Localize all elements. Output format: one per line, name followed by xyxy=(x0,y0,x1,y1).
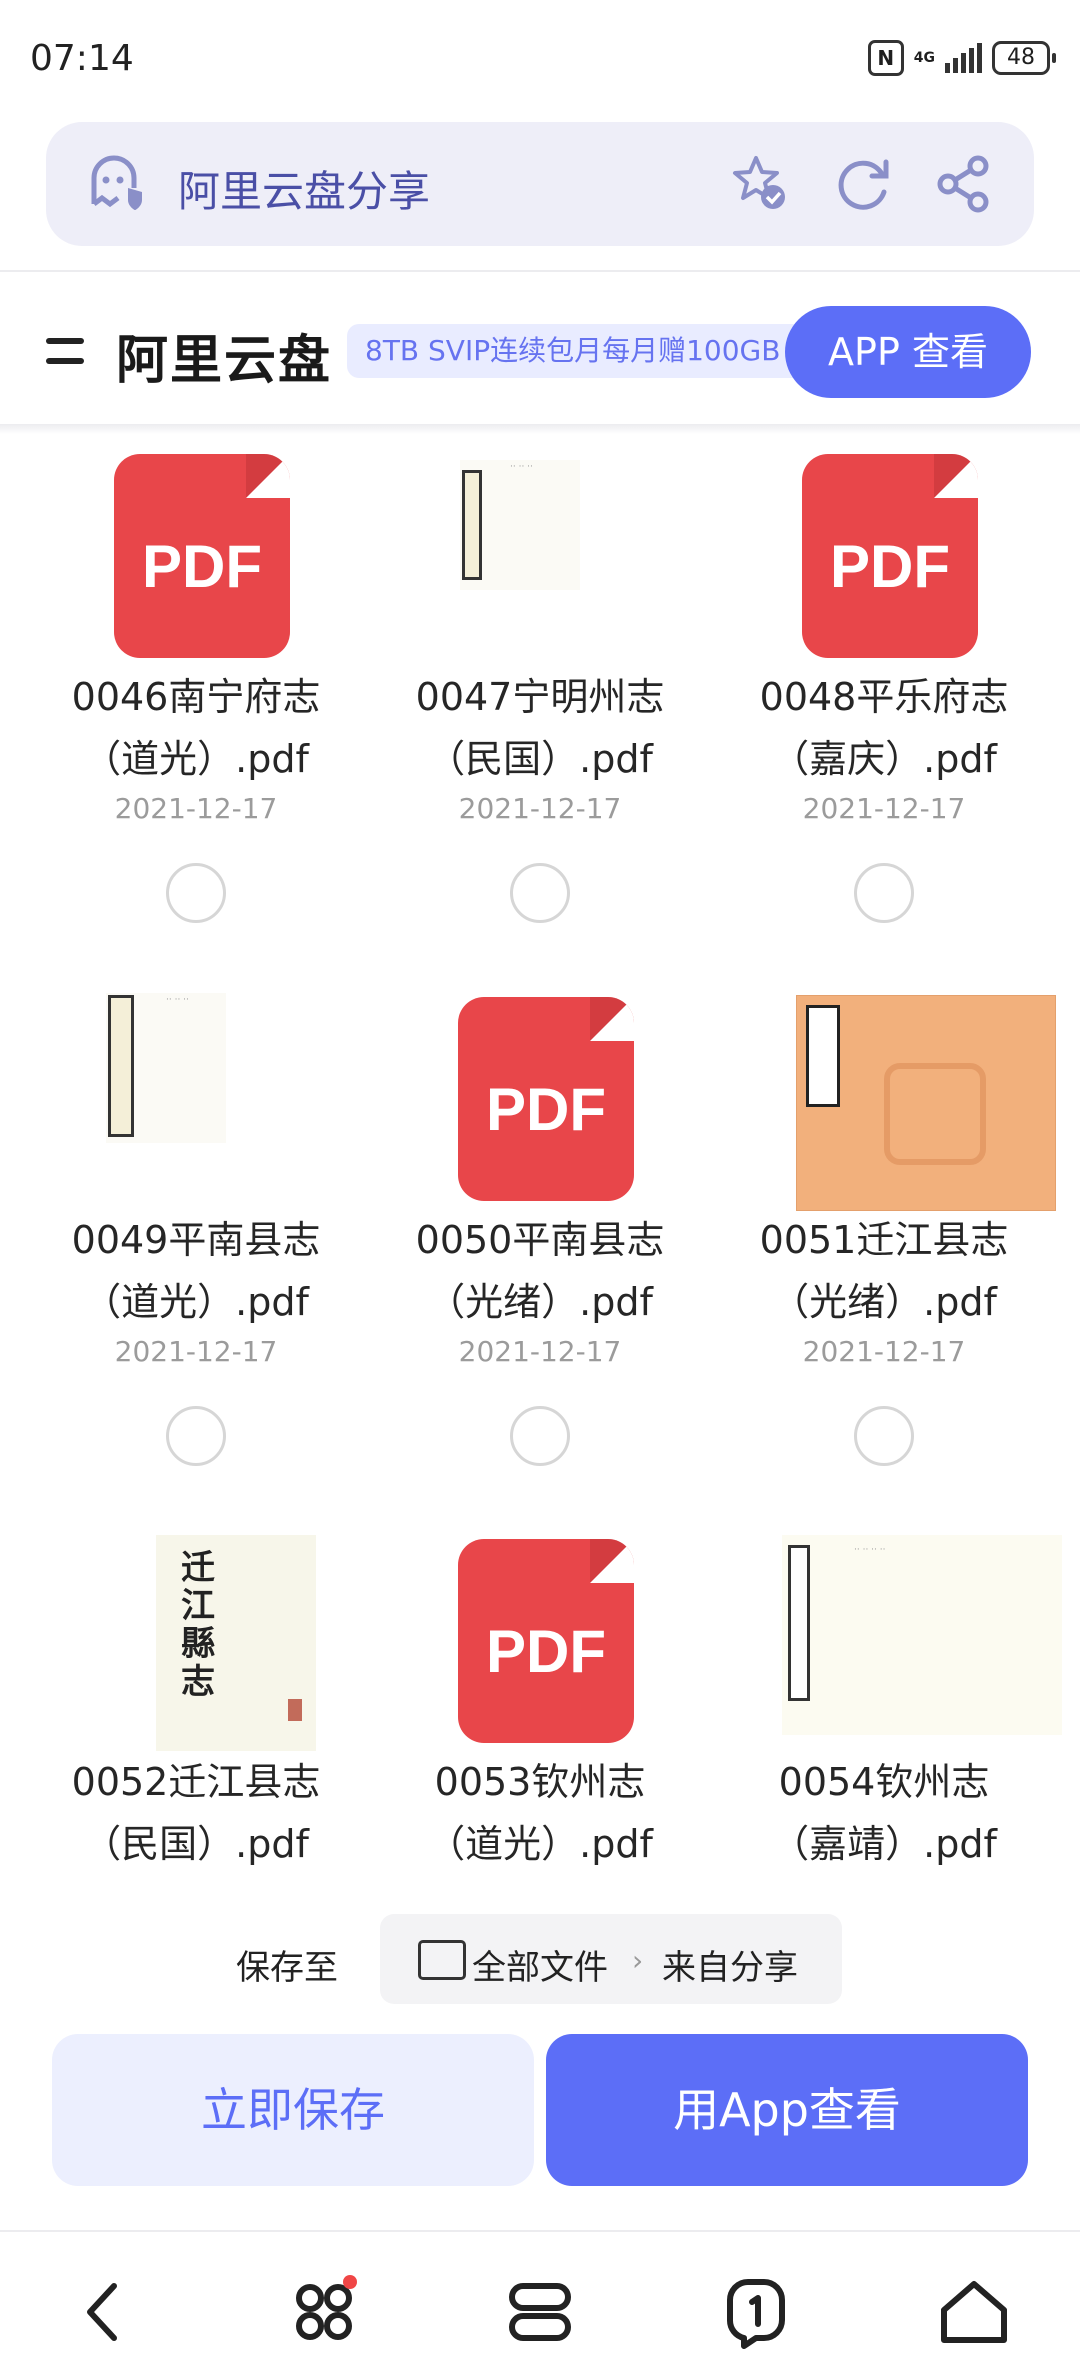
divider xyxy=(0,270,1080,272)
select-radio[interactable] xyxy=(510,863,570,923)
ghost-shield-icon[interactable] xyxy=(86,154,146,216)
seal-stamp xyxy=(288,1699,302,1721)
calligraphy-title: 迁江縣志 xyxy=(181,1548,215,1702)
refresh-icon[interactable] xyxy=(832,152,896,220)
site-header: 阿里云盘 8TB SVIP连续包月每月赠100GB APP 查看 xyxy=(0,296,1080,424)
header-shadow xyxy=(0,424,1080,434)
promo-banner[interactable]: 8TB SVIP连续包月每月赠100GB xyxy=(347,324,825,378)
browser-address-bar[interactable]: 阿里云盘分享 xyxy=(46,122,1034,246)
open-in-app-button[interactable]: 用App查看 xyxy=(546,2034,1028,2186)
file-date: 2021-12-17 xyxy=(458,792,622,825)
pdf-thumbnail: PDF xyxy=(754,440,1014,660)
scan-thumbnail: ·· ·· ·· ·· xyxy=(754,1525,1062,1745)
scan-thumbnail: ·· ·· ·· xyxy=(410,440,670,660)
file-name: 0049平南县志 （道光）.pdf xyxy=(71,1218,321,1324)
file-date: 2021-12-17 xyxy=(802,792,966,825)
file-item[interactable]: PDF 0048平乐府志 （嘉庆）.pdf 2021-12-17 xyxy=(712,440,1056,923)
pdf-icon: PDF xyxy=(458,997,634,1201)
file-item[interactable]: PDF 0053钦州志 （道光）.pdf xyxy=(368,1525,712,1875)
file-item[interactable]: 0051迁江县志 （光绪）.pdf 2021-12-17 xyxy=(712,983,1056,1466)
select-radio[interactable] xyxy=(166,1406,226,1466)
path-child: 来自分享 xyxy=(662,1948,798,1988)
pdf-thumbnail: PDF xyxy=(66,440,326,660)
cover-thumbnail xyxy=(754,983,1056,1211)
home-icon[interactable] xyxy=(934,2272,1014,2352)
page-title: 阿里云盘分享 xyxy=(178,167,431,216)
bottom-navigation xyxy=(0,2230,1080,2378)
pdf-thumbnail: PDF xyxy=(410,983,670,1203)
cover-label xyxy=(806,1005,840,1107)
file-item[interactable]: PDF 0050平南县志 （光绪）.pdf 2021-12-17 xyxy=(368,983,712,1466)
file-name: 0052迁江县志 （民国）.pdf xyxy=(71,1760,321,1866)
save-to-label: 保存至 xyxy=(236,1948,338,1988)
chevron-right-icon: › xyxy=(632,1944,644,1977)
file-name: 0053钦州志 （道光）.pdf xyxy=(427,1760,653,1866)
file-item[interactable]: ·· ·· ·· 0047宁明州志 （民国）.pdf 2021-12-17 xyxy=(368,440,712,923)
scan-thumbnail: ·· ·· ·· xyxy=(66,983,326,1203)
select-radio[interactable] xyxy=(854,1406,914,1466)
app-view-button[interactable]: APP 查看 xyxy=(785,306,1031,398)
battery-icon: 48 xyxy=(992,41,1056,75)
file-name: 0047宁明州志 （民国）.pdf xyxy=(415,675,665,781)
save-path-selector[interactable]: 全部文件 › 来自分享 xyxy=(380,1914,842,2004)
share-icon[interactable] xyxy=(932,152,996,220)
nfc-icon: N xyxy=(867,40,904,76)
file-date: 2021-12-17 xyxy=(458,1335,622,1368)
save-location-bar: 保存至 全部文件 › 来自分享 xyxy=(0,1908,1080,2008)
tabs-icon[interactable] xyxy=(500,2272,580,2352)
file-name: 0046南宁府志 （道光）.pdf xyxy=(71,675,321,781)
file-date: 2021-12-17 xyxy=(114,792,278,825)
network-type: 4G xyxy=(913,50,935,66)
file-date: 2021-12-17 xyxy=(114,1335,278,1368)
path-root: 全部文件 xyxy=(472,1948,608,1988)
file-name: 0051迁江县志 （光绪）.pdf xyxy=(759,1218,1009,1324)
folder-icon xyxy=(418,1940,466,1980)
status-time: 07:14 xyxy=(30,38,134,79)
menu-icon[interactable] xyxy=(46,338,84,368)
scan-thumbnail: 迁江縣志 xyxy=(66,1525,326,1751)
file-item[interactable]: 迁江縣志 0052迁江县志 （民国）.pdf xyxy=(24,1525,368,1875)
file-date: 2021-12-17 xyxy=(802,1335,966,1368)
pdf-icon: PDF xyxy=(458,1539,634,1743)
scan-page xyxy=(782,1535,1062,1735)
apps-icon[interactable] xyxy=(284,2272,364,2352)
star-check-icon[interactable] xyxy=(728,152,792,220)
save-now-button[interactable]: 立即保存 xyxy=(52,2034,534,2186)
cover-seal xyxy=(884,1063,986,1165)
file-name: 0048平乐府志 （嘉庆）.pdf xyxy=(759,675,1009,781)
pdf-icon: PDF xyxy=(114,454,290,658)
file-item[interactable]: ·· ·· ·· 0049平南县志 （道光）.pdf 2021-12-17 xyxy=(24,983,368,1466)
pdf-icon: PDF xyxy=(802,454,978,658)
book-spine xyxy=(788,1545,810,1701)
file-item[interactable]: PDF 0046南宁府志 （道光）.pdf 2021-12-17 xyxy=(24,440,368,923)
status-icons: N 4G 48 xyxy=(867,40,1056,76)
file-name: 0054钦州志 （嘉靖）.pdf xyxy=(771,1760,997,1866)
notification-icon[interactable] xyxy=(716,2272,796,2352)
select-radio[interactable] xyxy=(510,1406,570,1466)
pdf-thumbnail: PDF xyxy=(410,1525,670,1745)
file-name: 0050平南县志 （光绪）.pdf xyxy=(415,1218,665,1324)
book-spine xyxy=(462,470,482,580)
signal-icon xyxy=(945,43,982,73)
file-item[interactable]: ·· ·· ·· ·· 0054钦州志 （嘉靖）.pdf xyxy=(712,1525,1062,1875)
back-icon[interactable] xyxy=(66,2272,146,2352)
select-radio[interactable] xyxy=(166,863,226,923)
status-bar: 07:14 N 4G 48 xyxy=(0,0,1080,118)
site-title: 阿里云盘 xyxy=(116,331,333,391)
book-spine xyxy=(108,995,134,1137)
select-radio[interactable] xyxy=(854,863,914,923)
